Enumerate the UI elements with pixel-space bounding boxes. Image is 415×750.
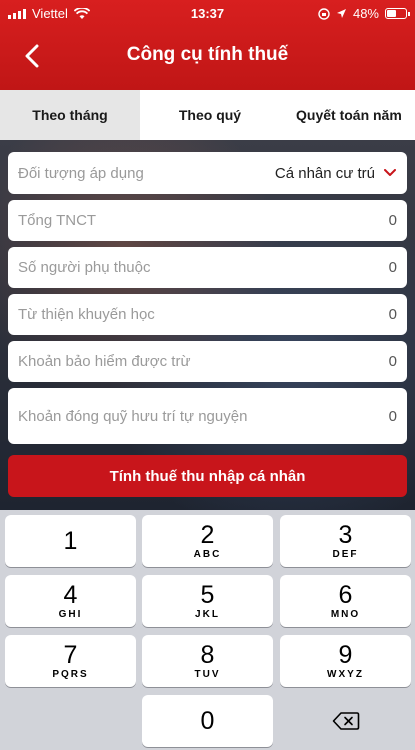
key-7-letters: PQRS (52, 669, 89, 680)
key-5-number: 5 (200, 581, 215, 609)
charity-placeholder: Từ thiện khuyến học (18, 306, 155, 323)
key-0-number: 0 (200, 707, 215, 735)
battery-icon (385, 8, 410, 19)
key-4-letters: GHI (58, 609, 83, 620)
battery-percent: 48% (352, 6, 379, 21)
tab-monthly[interactable]: Theo tháng (0, 90, 140, 140)
key-6[interactable]: 6 MNO (280, 575, 411, 627)
key-blank (5, 695, 136, 747)
numeric-keyboard: 1 2 ABC 3 DEF 4 GHI 5 JKL 6 MNO 7 PQRS 8… (0, 510, 415, 750)
insurance-placeholder: Khoản bảo hiểm được trừ (18, 353, 191, 370)
key-2-number: 2 (200, 521, 215, 549)
key-8-letters: TUV (194, 669, 221, 680)
pension-placeholder: Khoản đóng quỹ hưu trí tự nguyện (18, 407, 248, 425)
key-0[interactable]: 0 (142, 695, 273, 747)
dependents-value: 0 (388, 259, 397, 276)
key-3[interactable]: 3 DEF (280, 515, 411, 567)
key-1-number: 1 (63, 527, 78, 555)
key-7[interactable]: 7 PQRS (5, 635, 136, 687)
insurance-value: 0 (388, 353, 397, 370)
period-tabs: Theo tháng Theo quý Quyết toán năm (0, 90, 415, 140)
status-bar: Viettel 13:37 48% (0, 0, 415, 28)
insurance-field[interactable]: Khoản bảo hiểm được trừ 0 (8, 341, 407, 382)
charity-field[interactable]: Từ thiện khuyến học 0 (8, 294, 407, 335)
key-5[interactable]: 5 JKL (142, 575, 273, 627)
key-6-letters: MNO (330, 609, 361, 620)
applicable-subject-value: Cá nhân cư trú (274, 164, 375, 182)
key-2[interactable]: 2 ABC (142, 515, 273, 567)
key-3-number: 3 (338, 521, 353, 549)
pension-field[interactable]: Khoản đóng quỹ hưu trí tự nguyện 0 (8, 388, 407, 444)
backspace-icon (332, 712, 359, 730)
total-income-placeholder: Tổng TNCT (18, 212, 97, 229)
dependents-placeholder: Số người phụ thuộc (18, 259, 151, 276)
app-header: Viettel 13:37 48% Công cụ tính thuế (0, 0, 415, 90)
key-3-letters: DEF (332, 549, 359, 560)
key-5-letters: JKL (195, 609, 220, 620)
key-9[interactable]: 9 WXYZ (280, 635, 411, 687)
navbar: Công cụ tính thuế (0, 30, 415, 82)
key-9-letters: WXYZ (327, 669, 364, 680)
key-7-number: 7 (63, 641, 78, 669)
applicable-subject-select[interactable]: Đối tượng áp dụng Cá nhân cư trú (8, 152, 407, 194)
pension-value: 0 (388, 407, 397, 425)
status-right: 48% (318, 6, 410, 21)
chevron-down-icon (383, 166, 397, 180)
key-8[interactable]: 8 TUV (142, 635, 273, 687)
key-2-letters: ABC (193, 549, 222, 560)
lock-rotation-icon (318, 7, 330, 20)
total-income-value: 0 (388, 212, 397, 229)
key-1[interactable]: 1 (5, 515, 136, 567)
charity-value: 0 (388, 306, 397, 323)
key-4[interactable]: 4 GHI (5, 575, 136, 627)
tab-quarterly[interactable]: Theo quý (140, 90, 280, 140)
delete-key[interactable] (280, 695, 411, 747)
total-income-field[interactable]: Tổng TNCT 0 (8, 200, 407, 241)
dependents-field[interactable]: Số người phụ thuộc 0 (8, 247, 407, 288)
key-6-number: 6 (338, 581, 353, 609)
key-8-number: 8 (200, 641, 215, 669)
tab-annual-settlement[interactable]: Quyết toán năm (280, 90, 415, 140)
applicable-subject-label: Đối tượng áp dụng (18, 164, 144, 182)
key-9-number: 9 (338, 641, 353, 669)
page-title: Công cụ tính thuế (126, 44, 289, 65)
key-4-number: 4 (63, 581, 78, 609)
calculate-tax-button[interactable]: Tính thuế thu nhập cá nhân (8, 455, 407, 497)
location-icon (336, 9, 346, 18)
